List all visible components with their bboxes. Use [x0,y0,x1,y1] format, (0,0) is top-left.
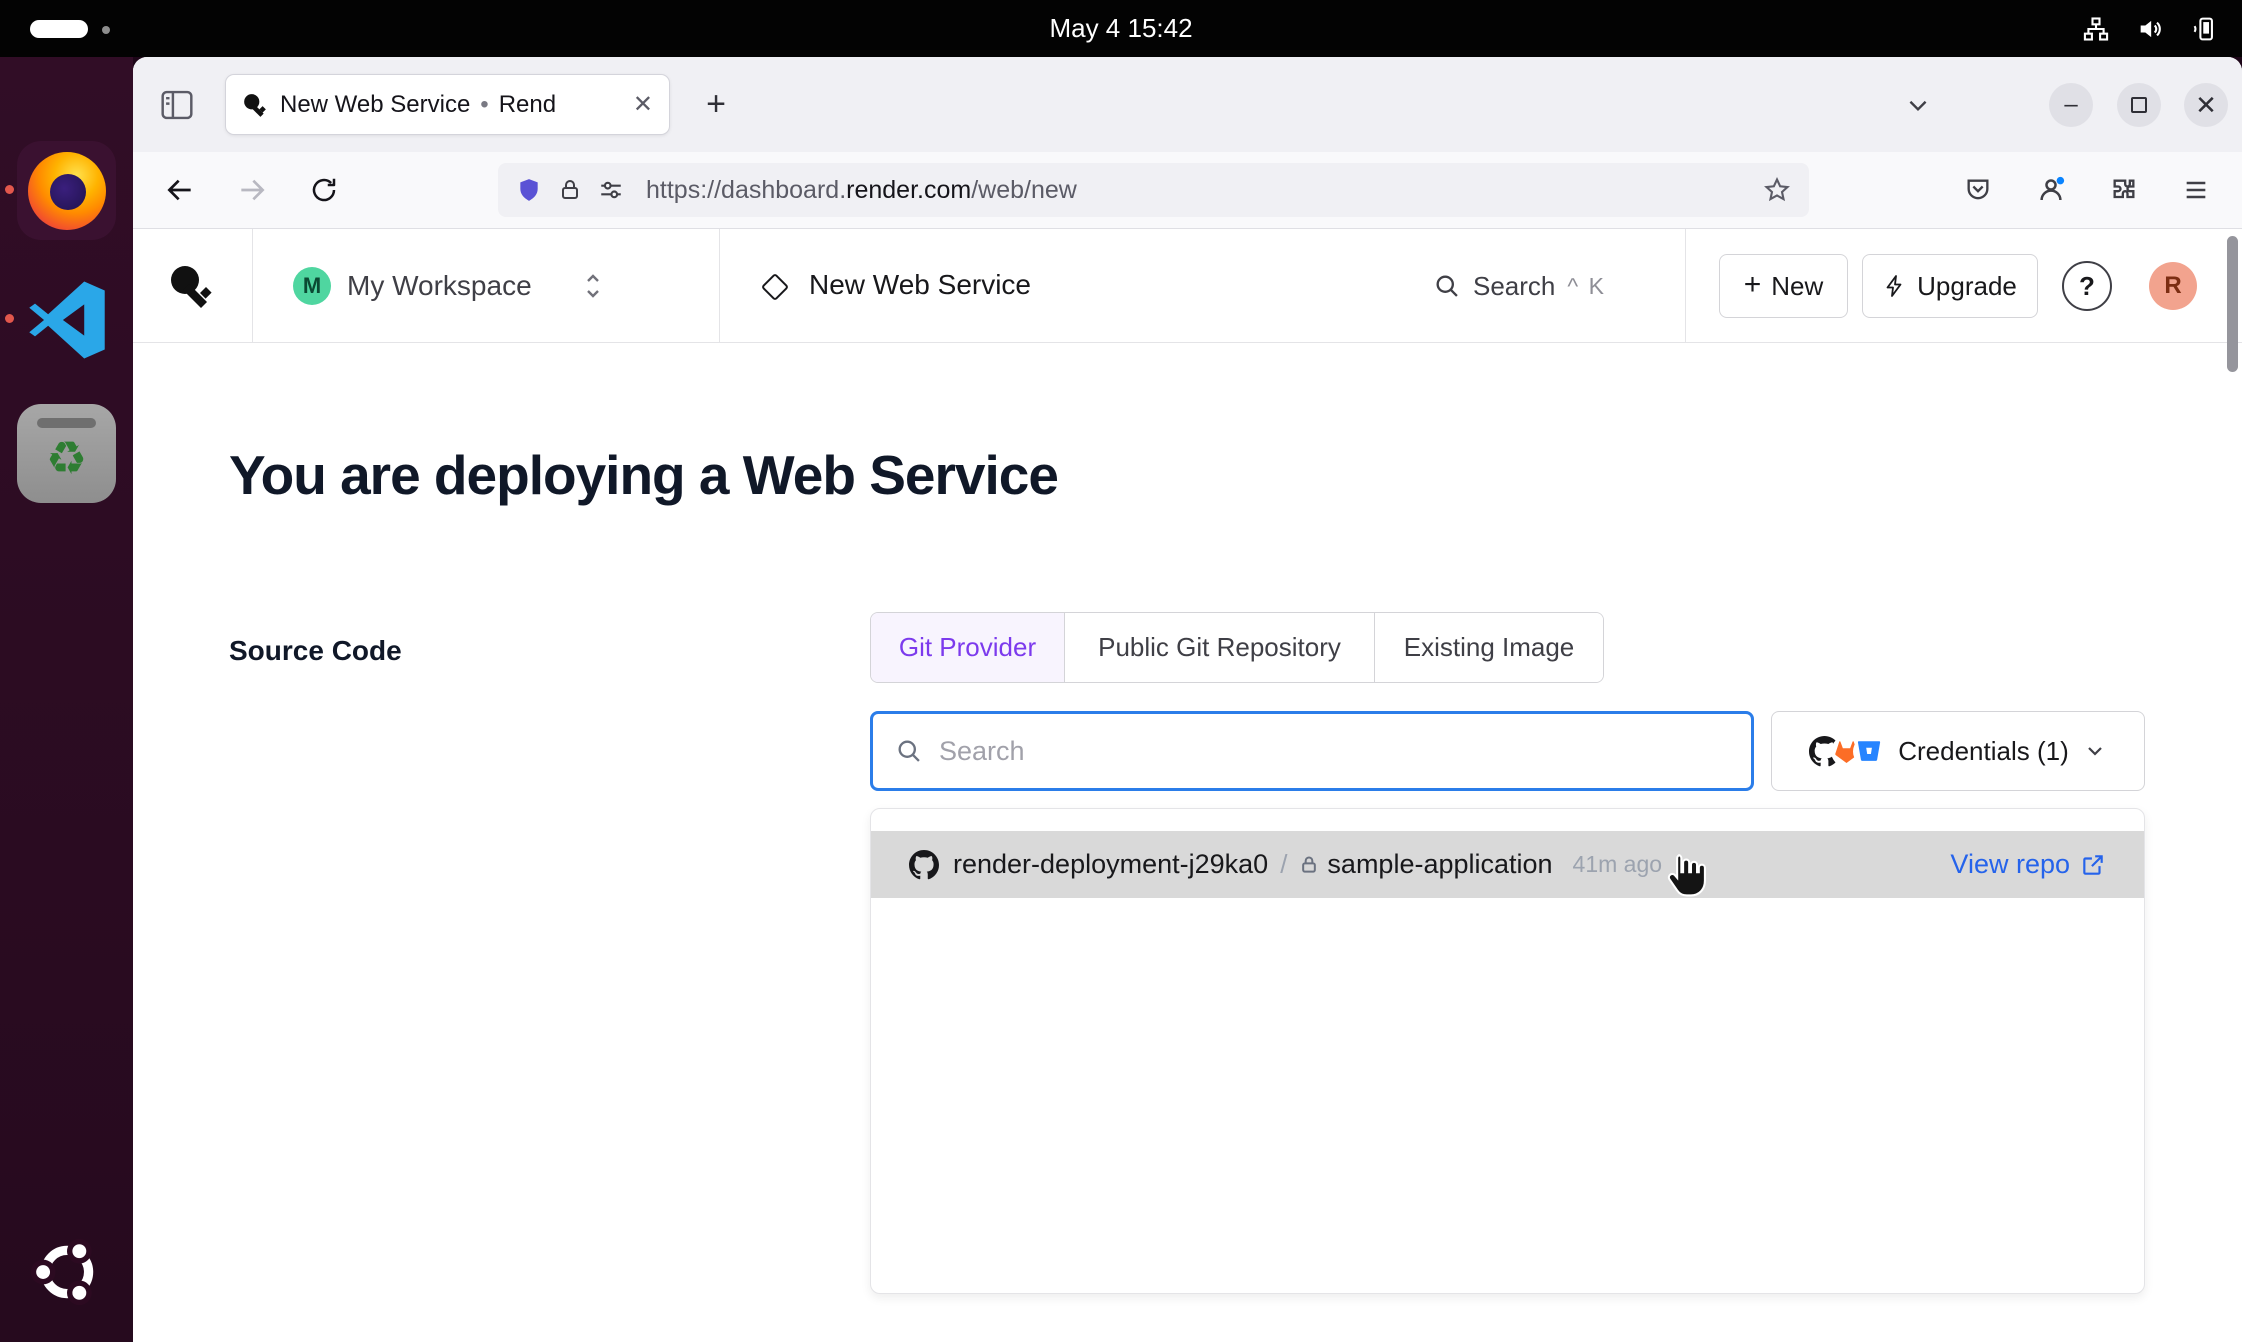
search-label: Search [1473,271,1555,302]
workspace-switcher-chevrons-icon[interactable] [581,267,605,305]
divider [1685,229,1686,343]
ubuntu-logo-icon [30,1235,104,1309]
private-repo-lock-icon [1299,855,1319,875]
pocket-icon[interactable] [1956,168,2000,212]
vscode-running-dot [5,314,14,323]
upgrade-button[interactable]: Upgrade [1862,254,2038,318]
repo-row[interactable]: render-deployment-j29ka0 / sample-applic… [871,831,2144,898]
credentials-dropdown[interactable]: Credentials (1) [1771,711,2145,791]
render-app-header: M My Workspace New Web Service Search ^ … [133,229,2242,343]
render-logo-icon[interactable] [167,262,217,310]
firefox-window: New Web Service•Rend ✕ + – ✕ [133,57,2242,1342]
render-favicon [242,92,268,118]
repo-separator: / [1280,849,1287,880]
tab-bar: New Web Service•Rend ✕ + – ✕ [133,57,2242,152]
scrollbar-thumb[interactable] [2227,236,2238,372]
extensions-puzzle-icon[interactable] [2102,168,2146,212]
url-text: https://dashboard.render.com/web/new [646,176,1077,205]
tab-public-git-repository[interactable]: Public Git Repository [1064,613,1374,682]
page-content: You are deploying a Web Service Source C… [133,343,2242,1342]
search-icon [1433,272,1461,300]
tab-git-provider[interactable]: Git Provider [871,613,1064,682]
recycle-icon: ♻ [46,435,87,481]
repo-results-panel: render-deployment-j29ka0 / sample-applic… [870,808,2145,1294]
hamburger-menu-icon[interactable] [2174,168,2218,212]
trash-lid [37,418,96,428]
workspace-avatar[interactable]: M [293,267,331,305]
show-applications-button[interactable] [27,1232,107,1312]
forward-button[interactable] [230,168,274,212]
back-button[interactable] [158,168,202,212]
desktop-screen: May 4 15:42 [0,0,2242,1342]
list-tabs-chevron-icon[interactable] [1896,83,1940,127]
tab-existing-image[interactable]: Existing Image [1374,613,1603,682]
bookmark-star-icon[interactable] [1763,176,1791,204]
repo-search-input[interactable] [939,736,1729,767]
divider [252,229,253,343]
view-repo-link[interactable]: View repo [1950,849,2106,880]
help-button[interactable]: ? [2062,261,2112,311]
web-service-diamond-icon [761,273,789,301]
user-avatar[interactable]: R [2149,262,2197,310]
firefox-icon [28,152,106,230]
repo-name: sample-application [1327,849,1552,880]
credentials-label: Credentials (1) [1898,736,2069,767]
browser-tab[interactable]: New Web Service•Rend ✕ [226,75,669,134]
battery-icon[interactable] [2190,15,2220,43]
tab-close-icon[interactable]: ✕ [633,90,653,119]
lightning-bolt-icon [1883,274,1907,298]
permissions-sliders-icon[interactable] [598,177,624,203]
dock: ♻ [0,57,133,1342]
new-button[interactable]: + New [1719,254,1848,318]
divider [719,229,720,343]
volume-icon[interactable] [2136,15,2164,43]
system-clock[interactable]: May 4 15:42 [0,0,2242,57]
mouse-cursor-hand [1662,852,1708,902]
firefox-launcher[interactable] [17,141,116,240]
reload-button[interactable] [302,168,346,212]
account-icon[interactable] [2029,168,2073,212]
new-tab-button[interactable]: + [693,81,739,127]
repo-search-box [870,711,1754,791]
github-icon [909,850,939,880]
window-minimize-button[interactable]: – [2049,83,2093,127]
vscode-launcher[interactable] [17,270,116,369]
url-bar[interactable]: https://dashboard.render.com/web/new [498,163,1809,217]
network-tree-icon[interactable] [2082,15,2110,43]
source-code-label: Source Code [229,635,402,667]
search-shortcut: ^ K [1567,273,1606,300]
breadcrumb: New Web Service [809,269,1031,301]
lock-icon[interactable] [558,178,582,202]
vscode-icon [26,279,108,361]
tracking-protection-shield-icon[interactable] [516,177,542,203]
bitbucket-icon [1853,736,1884,767]
window-close-button[interactable]: ✕ [2184,83,2228,127]
window-maximize-button[interactable] [2117,83,2161,127]
repo-owner: render-deployment-j29ka0 [953,849,1268,880]
repo-updated-time: 41m ago [1573,851,1663,878]
tab-title: New Web Service•Rend [280,91,621,119]
system-top-bar: May 4 15:42 [0,0,2242,57]
page-title: You are deploying a Web Service [229,443,1058,507]
global-search-button[interactable]: Search ^ K [1433,229,1606,343]
source-tabs: Git Provider Public Git Repository Exist… [870,612,1604,683]
workspace-name[interactable]: My Workspace [347,270,532,302]
search-icon [895,737,923,765]
sidebar-toggle-icon[interactable] [157,85,197,125]
plus-icon: + [1744,268,1762,302]
maximize-icon [2131,97,2147,113]
firefox-running-dot [5,185,14,194]
chevron-down-icon [2083,739,2107,763]
trash-launcher[interactable]: ♻ [17,404,116,503]
external-link-icon [2080,852,2106,878]
credential-provider-icons [1809,736,1884,767]
browser-navbar: https://dashboard.render.com/web/new [133,152,2242,229]
